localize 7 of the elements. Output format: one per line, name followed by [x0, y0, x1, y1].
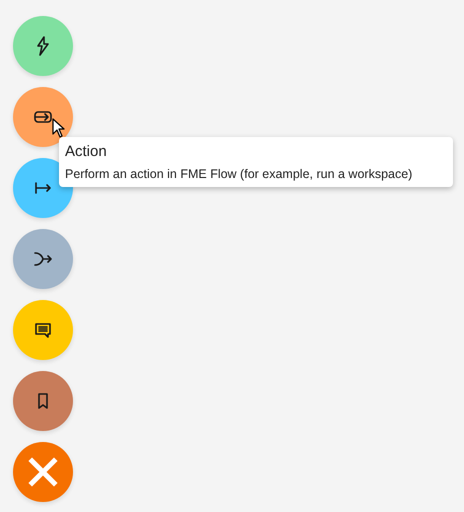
action-button[interactable]: [13, 87, 73, 147]
tooltip-text: Perform an action in FME Flow (for example, run a workspace): [65, 167, 414, 181]
close-button[interactable]: [13, 442, 73, 502]
close-icon: [28, 457, 58, 487]
action-button[interactable]: [13, 371, 73, 431]
action-button[interactable]: [13, 300, 73, 360]
tooltip-title: Action: [65, 143, 108, 160]
